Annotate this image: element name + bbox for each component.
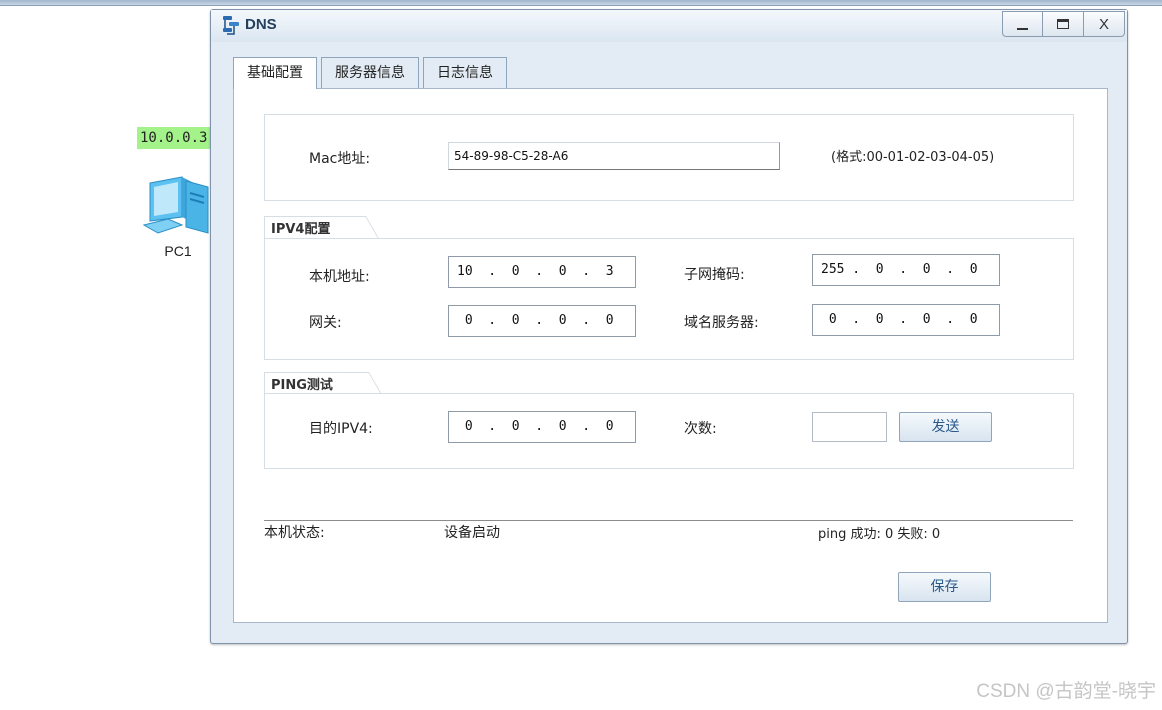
ip-address-tag: 10.0.0.3: [137, 127, 217, 149]
tab-basic-config[interactable]: 基础配置: [233, 57, 317, 89]
device-status-value: 设备启动: [444, 525, 500, 541]
window-titlebar[interactable]: DNS X: [211, 10, 1127, 42]
dns-server-icon: [221, 15, 241, 37]
dns-config-window: DNS X 基础配置 服务器信息 日志信息 Mac地址: 54-89-98-C5…: [210, 9, 1128, 644]
maximize-button[interactable]: [1043, 11, 1084, 37]
gateway-field[interactable]: 0 . 0 . 0 . 0: [448, 305, 636, 337]
tab-server-info[interactable]: 服务器信息: [321, 57, 419, 88]
mac-address-field[interactable]: 54-89-98-C5-28-A6: [448, 142, 780, 170]
local-ip-field[interactable]: 10 . 0 . 0 . 3: [448, 256, 636, 288]
ping-target-field[interactable]: 0 . 0 . 0 . 0: [448, 411, 636, 443]
csdn-watermark: CSDN @古韵堂-晓宇: [976, 681, 1156, 702]
save-button[interactable]: 保存: [898, 572, 991, 602]
tab-log-info[interactable]: 日志信息: [423, 57, 507, 88]
local-ip-label: 本机地址:: [309, 269, 370, 285]
dns-server-label: 域名服务器:: [684, 315, 759, 331]
ping-count-label: 次数:: [684, 421, 717, 437]
ping-target-label: 目的IPV4:: [309, 421, 373, 437]
pc-computer-icon[interactable]: [140, 175, 210, 237]
mac-section: Mac地址: 54-89-98-C5-28-A6 (格式:00-01-02-03…: [264, 114, 1074, 201]
close-button[interactable]: X: [1084, 11, 1125, 37]
window-title: DNS: [245, 16, 277, 33]
ping-result-text: ping 成功: 0 失败: 0: [818, 527, 941, 542]
canvas-top-border: [0, 0, 1162, 6]
ipv4-section: 本机地址: 10 . 0 . 0 . 3 子网掩码: 255 . 0 . 0 .…: [264, 238, 1074, 360]
subnet-mask-label: 子网掩码:: [684, 267, 745, 283]
minimize-icon: [1017, 28, 1028, 30]
tab-bar: 基础配置 服务器信息 日志信息: [233, 57, 511, 89]
ping-section: 目的IPV4: 0 . 0 . 0 . 0 次数: 发送: [264, 393, 1074, 469]
ping-count-field[interactable]: [812, 412, 887, 442]
send-ping-button[interactable]: 发送: [899, 412, 992, 442]
close-icon: X: [1098, 15, 1109, 33]
pc-name-label: PC1: [164, 243, 192, 259]
basic-config-panel: Mac地址: 54-89-98-C5-28-A6 (格式:00-01-02-03…: [233, 88, 1108, 623]
mac-label: Mac地址:: [309, 151, 371, 167]
device-status-label: 本机状态:: [264, 525, 325, 541]
subnet-mask-field[interactable]: 255 . 0 . 0 . 0: [812, 254, 1000, 286]
dns-server-field[interactable]: 0 . 0 . 0 . 0: [812, 304, 1000, 336]
gateway-label: 网关:: [309, 315, 342, 331]
mac-format-hint: (格式:00-01-02-03-04-05): [831, 150, 995, 165]
minimize-button[interactable]: [1002, 11, 1043, 37]
maximize-icon: [1057, 19, 1069, 29]
status-divider: [264, 520, 1073, 521]
